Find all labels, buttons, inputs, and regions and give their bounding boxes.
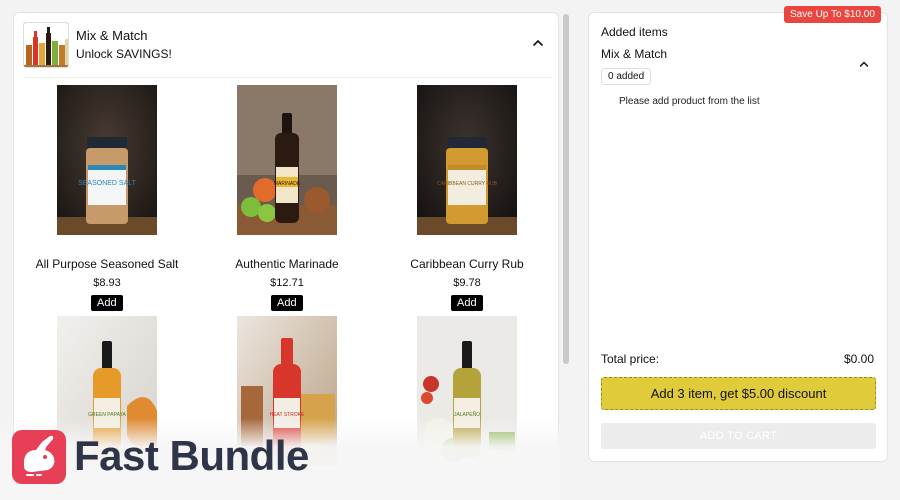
- scrollbar-thumb[interactable]: [563, 14, 569, 364]
- product-image[interactable]: MARINADE: [237, 85, 337, 235]
- added-items-title: Added items: [601, 25, 668, 39]
- product-card: MARINADE Authentic Marinade $12.71 Add: [197, 85, 377, 311]
- bundle-subtitle: Unlock SAVINGS!: [76, 47, 172, 61]
- save-badge: Save Up To $10.00: [784, 6, 881, 23]
- header-divider: [24, 77, 552, 78]
- chevron-up-icon[interactable]: [530, 35, 546, 51]
- product-image[interactable]: SEASONED SALT: [57, 85, 157, 235]
- product-list-panel: Mix & Match Unlock SAVINGS! SEASONED SAL…: [13, 12, 559, 488]
- discount-button[interactable]: Add 3 item, get $5.00 discount: [601, 377, 876, 410]
- total-price-value: $0.00: [844, 352, 875, 366]
- group-title: Mix & Match: [601, 47, 668, 61]
- product-price: $8.93: [93, 277, 121, 289]
- total-price-label: Total price:: [601, 352, 660, 366]
- product-price: $9.78: [453, 277, 481, 289]
- product-price: $12.71: [270, 277, 304, 289]
- product-label-text: MARINADE: [274, 181, 301, 187]
- product-name: All Purpose Seasoned Salt: [35, 257, 179, 271]
- add-button[interactable]: Add: [451, 295, 483, 311]
- product-card: CARIBBEAN CURRY RUB Caribbean Curry Rub …: [377, 85, 557, 311]
- product-label-text: SEASONED SALT: [78, 180, 137, 187]
- add-to-cart-button[interactable]: ADD TO CART: [601, 423, 876, 449]
- product-label-text: JALAPEÑO: [454, 411, 480, 418]
- add-button[interactable]: Add: [271, 295, 303, 311]
- product-label-text: CARIBBEAN CURRY RUB: [437, 181, 497, 187]
- bundle-header[interactable]: Mix & Match Unlock SAVINGS!: [14, 13, 558, 77]
- chevron-up-icon[interactable]: [857, 57, 871, 71]
- added-count-badge: 0 added: [601, 68, 652, 85]
- brand-name: Fast Bundle: [74, 432, 309, 479]
- bundle-title: Mix & Match: [76, 28, 148, 43]
- product-card: SEASONED SALT All Purpose Seasoned Salt …: [17, 85, 197, 311]
- empty-message: Please add product from the list: [619, 96, 760, 107]
- product-image[interactable]: CARIBBEAN CURRY RUB: [417, 85, 517, 235]
- product-name: Caribbean Curry Rub: [410, 257, 524, 271]
- product-name: Authentic Marinade: [235, 257, 339, 271]
- add-button[interactable]: Add: [91, 295, 123, 311]
- bundle-thumbnail: [23, 22, 69, 68]
- rabbit-logo-icon: [12, 430, 66, 484]
